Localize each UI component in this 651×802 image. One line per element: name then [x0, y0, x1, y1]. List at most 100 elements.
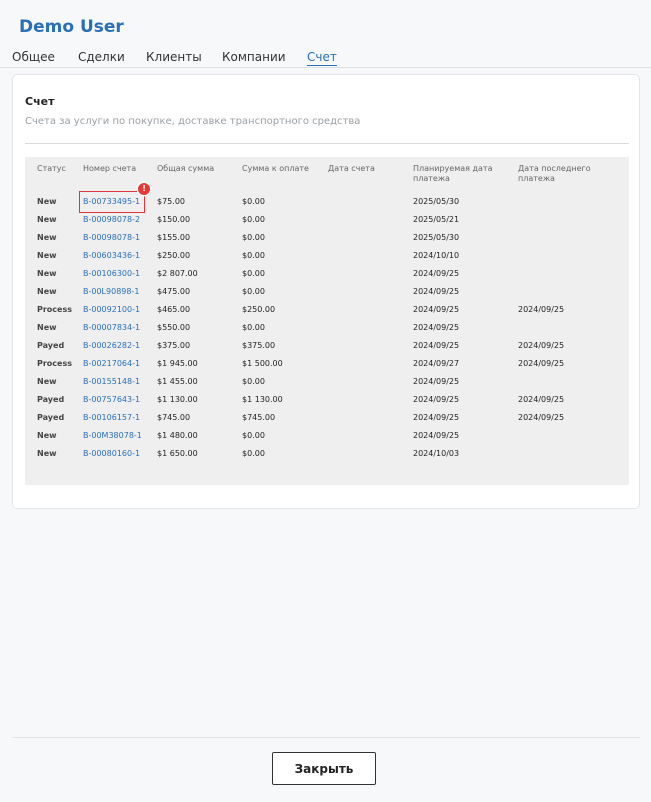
cell-status: New — [37, 269, 57, 278]
card-title: Счет — [25, 95, 55, 108]
invoice-link[interactable]: B-00026282-1 — [83, 337, 140, 355]
invoice-link[interactable]: B-00603436-1 — [83, 247, 140, 265]
table-row[interactable]: New B-00098078-2 $150.00 $0.00 2025/05/21 — [25, 211, 629, 229]
column-header-last-payment-date: Дата последнего платежа — [518, 164, 591, 183]
cell-last-payment-date — [518, 283, 629, 301]
tab-general[interactable]: Общее — [12, 50, 55, 65]
invoice-link-text: B-00092100-1 — [83, 305, 141, 314]
card-divider — [25, 143, 629, 144]
cell-amount-due: $745.00 — [242, 413, 276, 422]
cell-status: Process — [37, 359, 72, 368]
table-row[interactable]: Process B-00217064-1 $1 945.00 $1 500.00 202… — [25, 355, 629, 373]
cell-last-payment-date — [518, 427, 629, 445]
table-row[interactable]: Payed B-00026282-1 $375.00 $375.00 2024/09/2… — [25, 337, 629, 355]
tab-deals[interactable]: Сделки — [78, 50, 125, 65]
table-row[interactable]: New B-00007834-1 $550.00 $0.00 2024/09/25 — [25, 319, 629, 337]
invoice-link[interactable]: B-00106300-1 — [83, 265, 140, 283]
cell-last-payment-date: 2024/09/25 — [518, 305, 565, 314]
invoice-link[interactable]: B-00M38078-1 — [83, 427, 142, 445]
cell-status: Process — [37, 305, 72, 314]
invoice-link[interactable]: B-00098078-2 — [83, 211, 140, 229]
invoice-link[interactable]: B-00106157-1 — [83, 409, 140, 427]
cell-invoice-date — [328, 265, 413, 283]
cell-total-amount: $1 945.00 — [157, 359, 198, 368]
cell-invoice-number[interactable]: B-00080160-1 — [83, 445, 157, 463]
cell-amount-due: $0.00 — [242, 323, 265, 332]
invoice-link[interactable]: B-00217064-1 — [83, 355, 140, 373]
tab-invoice[interactable]: Счет — [307, 50, 337, 66]
cell-invoice-number[interactable]: B-00098078-2 — [83, 211, 157, 229]
cell-amount-due: $0.00 — [242, 197, 265, 206]
invoice-link-text: B-00098078-2 — [83, 215, 141, 224]
table-row[interactable]: New B-00106300-1 $2 807.00 $0.00 2024/09/25 — [25, 265, 629, 283]
cell-invoice-date — [328, 301, 413, 319]
cell-invoice-number[interactable]: B-00603436-1 — [83, 247, 157, 265]
cell-invoice-number[interactable]: B-00217064-1 — [83, 355, 157, 373]
invoice-link-text: B-00026282-1 — [83, 341, 141, 350]
cell-invoice-number[interactable]: B-00106300-1 — [83, 265, 157, 283]
cell-planned-payment-date: 2025/05/21 — [413, 215, 460, 224]
invoice-link-text: B-00733495-1 — [83, 197, 141, 206]
cell-total-amount: $465.00 — [157, 305, 191, 314]
invoice-link-text: B-00106157-1 — [83, 413, 141, 422]
cell-invoice-date — [328, 355, 413, 373]
cell-total-amount: $2 807.00 — [157, 269, 198, 278]
invoice-link[interactable]: B-00733495-1! — [78, 183, 151, 213]
table-row[interactable]: New B-00M38078-1 $1 480.00 $0.00 2024/09/25 — [25, 427, 629, 445]
cell-amount-due: $250.00 — [242, 305, 276, 314]
cell-planned-payment-date: 2024/09/25 — [413, 395, 460, 404]
table-row[interactable]: Payed B-00757643-1 $1 130.00 $1 130.00 2024/… — [25, 391, 629, 409]
cell-invoice-number[interactable]: B-00026282-1 — [83, 337, 157, 355]
cell-total-amount: $155.00 — [157, 233, 191, 242]
cell-invoice-number[interactable]: B-00L90898-1 — [83, 283, 157, 301]
invoice-link[interactable]: B-00080160-1 — [83, 445, 140, 463]
footer-divider — [12, 737, 640, 738]
invoice-link-text: B-00603436-1 — [83, 251, 141, 260]
cell-status: New — [37, 287, 57, 296]
table-row[interactable]: New B-00603436-1 $250.00 $0.00 2024/10/10 — [25, 247, 629, 265]
cell-last-payment-date — [518, 229, 629, 247]
cell-invoice-number[interactable]: B-00092100-1 — [83, 301, 157, 319]
table-row[interactable]: New B-00733495-1! $75.00 $0.00 2025/05/30 — [25, 183, 629, 213]
table-row[interactable]: Payed B-00106157-1 $745.00 $745.00 2024/09/2… — [25, 409, 629, 427]
cell-invoice-number[interactable]: B-00098078-1 — [83, 229, 157, 247]
cell-invoice-date — [328, 319, 413, 337]
table-row[interactable]: New B-00155148-1 $1 455.00 $0.00 2024/09/25 — [25, 373, 629, 391]
table-row[interactable]: New B-00098078-1 $155.00 $0.00 2025/05/30 — [25, 229, 629, 247]
cell-invoice-number[interactable]: B-00007834-1 — [83, 319, 157, 337]
invoice-link[interactable]: B-00098078-1 — [83, 229, 140, 247]
table-row[interactable]: Process B-00092100-1 $465.00 $250.00 2024/09… — [25, 301, 629, 319]
invoice-link[interactable]: B-00092100-1 — [83, 301, 140, 319]
cell-total-amount: $1 650.00 — [157, 449, 198, 458]
invoice-link[interactable]: B-00155148-1 — [83, 373, 140, 391]
invoice-link[interactable]: B-00007834-1 — [83, 319, 140, 337]
cell-invoice-number[interactable]: B-00106157-1 — [83, 409, 157, 427]
cell-invoice-date — [328, 337, 413, 355]
cell-status: New — [37, 233, 57, 242]
invoice-link-text: B-00106300-1 — [83, 269, 141, 278]
invoice-link[interactable]: B-00L90898-1 — [83, 283, 139, 301]
table-row[interactable]: New B-00L90898-1 $475.00 $0.00 2024/09/25 — [25, 283, 629, 301]
tab-companies[interactable]: Компании — [222, 50, 286, 65]
tab-clients[interactable]: Клиенты — [146, 50, 202, 65]
cell-status: New — [37, 323, 57, 332]
invoice-link[interactable]: B-00757643-1 — [83, 391, 140, 409]
cell-amount-due: $0.00 — [242, 287, 265, 296]
cell-invoice-number[interactable]: B-00733495-1! — [78, 183, 157, 213]
cell-total-amount: $75.00 — [157, 197, 185, 206]
column-header-amount-due: Сумма к оплате — [242, 164, 309, 173]
invoice-link-text: B-00007834-1 — [83, 323, 141, 332]
cell-invoice-date — [328, 409, 413, 427]
cell-planned-payment-date: 2024/09/25 — [413, 413, 460, 422]
cell-amount-due: $1 500.00 — [242, 359, 283, 368]
cell-invoice-number[interactable]: B-00M38078-1 — [83, 427, 157, 445]
cell-planned-payment-date: 2024/09/25 — [413, 377, 460, 386]
cell-amount-due: $0.00 — [242, 269, 265, 278]
close-button[interactable]: Закрыть — [272, 752, 376, 785]
table-row[interactable]: New B-00080160-1 $1 650.00 $0.00 2024/10/03 — [25, 445, 629, 463]
cell-invoice-number[interactable]: B-00155148-1 — [83, 373, 157, 391]
cell-total-amount: $550.00 — [157, 323, 191, 332]
cell-invoice-number[interactable]: B-00757643-1 — [83, 391, 157, 409]
cell-planned-payment-date: 2024/09/25 — [413, 341, 460, 350]
table-header-row: Статус Номер счета Общая сумма Сумма к о… — [25, 161, 629, 193]
